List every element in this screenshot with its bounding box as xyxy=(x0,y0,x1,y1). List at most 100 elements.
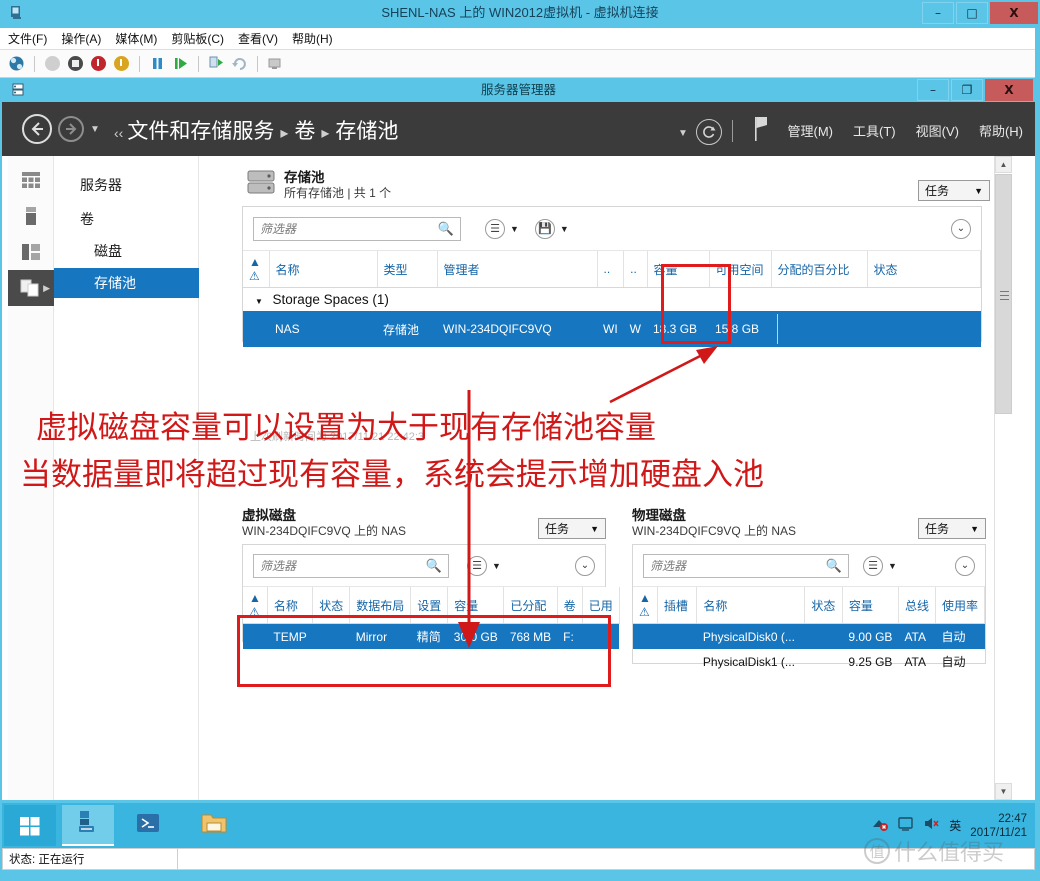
volumes-icon[interactable] xyxy=(8,234,54,270)
save-query-icon[interactable]: 💾 xyxy=(534,218,555,239)
virtual-disk-tasks-button[interactable]: 任务 ▼ xyxy=(538,518,606,539)
sidebar-item-volumes[interactable]: 卷 xyxy=(54,204,199,234)
breadcrumb-overflow-icon[interactable]: ‹‹ xyxy=(114,125,127,141)
column-header-slot[interactable]: 插槽 xyxy=(657,587,698,624)
column-header-status[interactable]: 状态 xyxy=(867,251,981,288)
sm-close-button[interactable]: X xyxy=(985,79,1033,101)
header-menu-view[interactable]: 视图(V) xyxy=(916,121,959,140)
taskbar-item-server-manager[interactable] xyxy=(62,805,114,846)
scrollbar-thumb[interactable] xyxy=(995,174,1012,414)
chevron-down-icon[interactable]: ⌄ xyxy=(955,555,975,576)
header-menu-tools[interactable]: 工具(T) xyxy=(853,121,896,140)
vm-menu-media[interactable]: 媒体(M) xyxy=(115,30,157,47)
taskbar-item-file-explorer[interactable] xyxy=(188,805,240,846)
table-group-row[interactable]: ▼ Storage Spaces (1) xyxy=(243,288,981,312)
chevron-right-icon[interactable]: ▶ xyxy=(43,283,50,294)
turn-off-icon[interactable] xyxy=(66,54,85,73)
volume-mute-icon[interactable] xyxy=(923,815,940,837)
vertical-scrollbar[interactable]: ▲ ▼ xyxy=(994,156,1012,800)
sm-minimize-button[interactable]: – xyxy=(917,79,949,101)
physical-disk-tasks-button[interactable]: 任务 ▼ xyxy=(918,518,986,539)
warning-sort-icon[interactable]: ▲ ⚠ xyxy=(243,251,270,288)
warning-sort-icon[interactable]: ▲ ⚠ xyxy=(633,587,658,624)
scroll-down-icon[interactable]: ▼ xyxy=(995,783,1012,800)
table-row[interactable]: PhysicalDisk0 (... 9.00 GB ATA 自动 xyxy=(633,623,985,649)
search-icon[interactable]: 🔍 xyxy=(826,558,842,574)
column-header-name[interactable]: 名称 xyxy=(269,251,378,288)
column-header-allocated-percent[interactable]: 分配的百分比 xyxy=(771,251,868,288)
vm-menu-action[interactable]: 操作(A) xyxy=(61,30,101,47)
view-caret-down-icon[interactable]: ▼ xyxy=(492,561,501,571)
column-header-status[interactable]: 状态 xyxy=(804,587,843,624)
triangle-down-icon[interactable]: ▼ xyxy=(255,297,263,306)
chevron-down-icon[interactable]: ⌄ xyxy=(575,555,595,576)
ime-indicator[interactable]: 英 xyxy=(949,817,961,834)
breadcrumb-item-1[interactable]: 卷 xyxy=(294,120,315,143)
search-input[interactable]: 筛选器 🔍 xyxy=(253,216,461,241)
search-icon[interactable]: 🔍 xyxy=(426,558,442,574)
sm-restore-button[interactable]: ❐ xyxy=(951,79,983,101)
storage-pools-tasks-button[interactable]: 任务 ▼ xyxy=(918,180,990,201)
reset-icon[interactable] xyxy=(89,54,108,73)
ctrl-alt-del-icon[interactable] xyxy=(7,54,26,73)
search-input[interactable]: 筛选器 🔍 xyxy=(253,553,449,578)
header-menu-help[interactable]: 帮助(H) xyxy=(979,121,1023,140)
shutdown-icon[interactable] xyxy=(43,54,62,73)
column-header-name[interactable]: 名称 xyxy=(696,587,806,624)
column-header-manager[interactable]: 管理者 xyxy=(437,251,598,288)
dashboard-icon[interactable] xyxy=(8,162,54,198)
taskbar-clock[interactable]: 22:47 2017/11/21 xyxy=(970,812,1031,840)
scroll-up-icon[interactable]: ▲ xyxy=(995,156,1012,173)
breadcrumb-item-0[interactable]: 文件和存储服务 xyxy=(127,120,274,143)
column-header-col4[interactable]: .. xyxy=(597,251,625,288)
refresh-icon[interactable] xyxy=(696,119,722,145)
column-header-type[interactable]: 类型 xyxy=(377,251,438,288)
vm-menu-help[interactable]: 帮助(H) xyxy=(292,30,333,47)
column-header-col5[interactable]: .. xyxy=(623,251,648,288)
panel-subtitle: WIN-234DQIFC9VQ 上的 NAS xyxy=(242,524,407,538)
revert-icon[interactable] xyxy=(230,54,249,73)
query-caret-down-icon[interactable]: ▼ xyxy=(560,224,569,234)
breadcrumb-item-2[interactable]: 存储池 xyxy=(335,120,398,143)
vm-minimize-button[interactable]: – xyxy=(922,2,954,24)
sidebar-item-storage-pools[interactable]: 存储池 xyxy=(54,268,199,298)
tasks-label: 任务 xyxy=(545,522,570,536)
view-caret-down-icon[interactable]: ▼ xyxy=(888,561,897,571)
taskbar-item-powershell[interactable] xyxy=(122,805,174,846)
list-view-icon[interactable]: ☰ xyxy=(485,218,505,239)
column-header-usage[interactable]: 使用率 xyxy=(935,587,986,624)
cell-manager: WIN-234DQIFC9VQ xyxy=(437,311,597,347)
server-icon[interactable] xyxy=(8,198,54,234)
vm-menu-view[interactable]: 查看(V) xyxy=(238,30,278,47)
sidebar-item-servers[interactable]: 服务器 xyxy=(54,170,199,200)
resume-icon[interactable] xyxy=(171,54,190,73)
network-error-icon[interactable] xyxy=(871,815,889,837)
windows-start-icon[interactable] xyxy=(4,805,56,846)
column-header-bus[interactable]: 总线 xyxy=(898,587,936,624)
chevron-down-icon[interactable]: ⌄ xyxy=(951,218,971,239)
vm-menu-clipboard[interactable]: 剪贴板(C) xyxy=(171,30,224,47)
arrow-right-icon[interactable] xyxy=(58,116,84,142)
vm-maximize-button[interactable]: □ xyxy=(956,2,988,24)
header-menu-manage[interactable]: 管理(M) xyxy=(788,121,834,140)
table-row[interactable]: PhysicalDisk1 (... 9.25 GB ATA 自动 xyxy=(633,649,985,674)
enhanced-session-icon[interactable] xyxy=(266,54,285,73)
header-caret-icon[interactable]: ▼ xyxy=(678,128,688,139)
search-icon[interactable]: 🔍 xyxy=(438,221,454,237)
flag-icon[interactable] xyxy=(754,116,770,142)
checkpoint-icon[interactable] xyxy=(207,54,226,73)
action-center-icon[interactable] xyxy=(897,815,914,837)
vm-close-button[interactable]: X xyxy=(990,2,1038,24)
vm-menu-file[interactable]: 文件(F) xyxy=(8,30,47,47)
arrow-left-icon[interactable] xyxy=(22,114,52,144)
search-input[interactable]: 筛选器 🔍 xyxy=(643,553,849,578)
pause-icon[interactable] xyxy=(148,54,167,73)
power-on-icon[interactable] xyxy=(112,54,131,73)
storage-pools-icon[interactable]: ▶ xyxy=(8,270,54,306)
vm-menu-bar: 文件(F) 操作(A) 媒体(M) 剪贴板(C) 查看(V) 帮助(H) xyxy=(0,28,1035,50)
view-caret-down-icon[interactable]: ▼ xyxy=(510,224,519,234)
list-view-icon[interactable]: ☰ xyxy=(863,555,883,576)
sidebar-item-disks[interactable]: 磁盘 xyxy=(54,236,199,266)
column-header-capacity[interactable]: 容量 xyxy=(842,587,899,624)
nav-dropdown-glyph[interactable]: ▼ xyxy=(90,124,100,135)
